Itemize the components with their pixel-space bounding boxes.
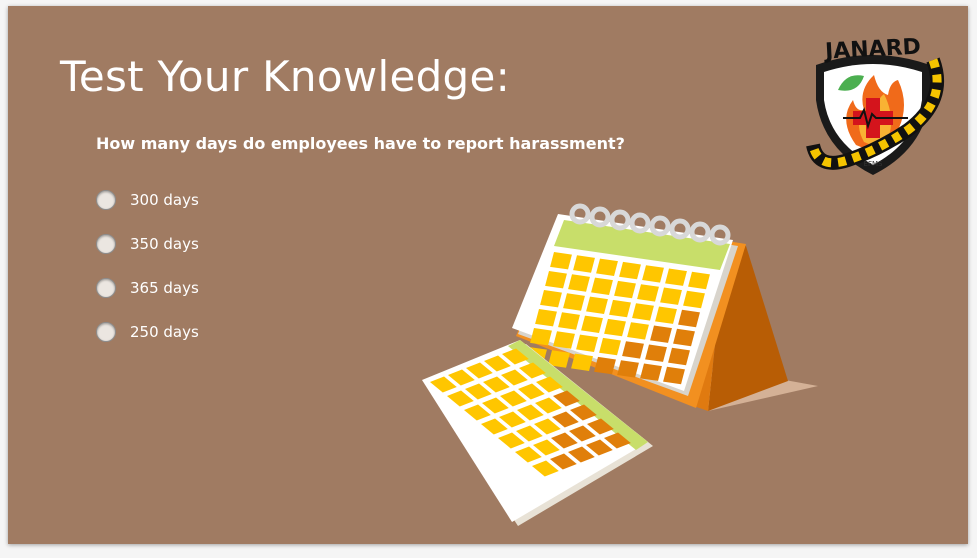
question-text: How many days do employees have to repor… [96, 134, 625, 153]
calendar-cell [576, 334, 598, 352]
calendar-cell [609, 299, 631, 318]
calendar-cell [673, 328, 695, 347]
calendar-cell [596, 258, 618, 276]
calendar-cell [642, 265, 664, 283]
answer-label: 350 days [130, 235, 199, 253]
calendar-cell [558, 312, 580, 330]
calendar-cell [614, 280, 636, 299]
calendar-cell [688, 271, 710, 290]
calendar-cell [571, 353, 593, 371]
calendar-cell [683, 290, 705, 309]
calendar-cell [632, 303, 654, 321]
calendar-cell [655, 306, 677, 324]
calendar-cell [627, 322, 649, 340]
calendar-cell [540, 290, 562, 308]
answer-options: 300 days 350 days 365 days 250 days [96, 178, 199, 354]
calendar-cell [586, 296, 608, 314]
answer-option-2[interactable]: 350 days [96, 222, 199, 266]
answer-option-1[interactable]: 300 days [96, 178, 199, 222]
calendar-icon [422, 203, 818, 526]
radio-button[interactable] [96, 322, 116, 342]
calendar-cell [678, 309, 700, 328]
radio-button[interactable] [96, 278, 116, 298]
radio-button[interactable] [96, 234, 116, 254]
janard-logo-icon: JANARD EFMS [806, 35, 945, 175]
calendar-cell [640, 363, 662, 381]
calendar-cell [665, 268, 687, 286]
calendar-cell [550, 252, 572, 270]
slide-title: Test Your Knowledge: [60, 52, 511, 101]
calendar-cell [568, 274, 590, 292]
calendar-cell [573, 255, 595, 273]
calendar-cell [594, 356, 616, 375]
calendar-cell [660, 287, 682, 305]
calendar-cell [637, 284, 659, 302]
calendar-cell [599, 337, 621, 356]
answer-label: 250 days [130, 323, 199, 341]
calendar-cell [619, 261, 641, 280]
logo-text: JANARD [822, 35, 921, 65]
answer-label: 365 days [130, 279, 199, 297]
calendar-cell [617, 360, 639, 378]
answer-option-3[interactable]: 365 days [96, 266, 199, 310]
logo-subtext: EFMS [864, 160, 883, 168]
calendar-cell [604, 318, 626, 337]
calendar-cell [663, 366, 685, 385]
calendar-cell [650, 325, 672, 343]
calendar-cell [581, 315, 603, 333]
calendar-cell [668, 347, 690, 366]
quiz-slide: Test Your Knowledge: How many days do em… [8, 6, 968, 544]
answer-label: 300 days [130, 191, 199, 209]
calendar-cell [563, 293, 585, 311]
calendar-cell [530, 328, 552, 346]
calendar-cell [591, 277, 613, 295]
calendar-cell [645, 344, 667, 362]
radio-button[interactable] [96, 190, 116, 210]
calendar-cell [535, 309, 557, 327]
answer-option-4[interactable]: 250 days [96, 310, 199, 354]
calendar-cell [553, 331, 575, 349]
calendar-cell [622, 341, 644, 359]
calendar-cell [545, 271, 567, 289]
